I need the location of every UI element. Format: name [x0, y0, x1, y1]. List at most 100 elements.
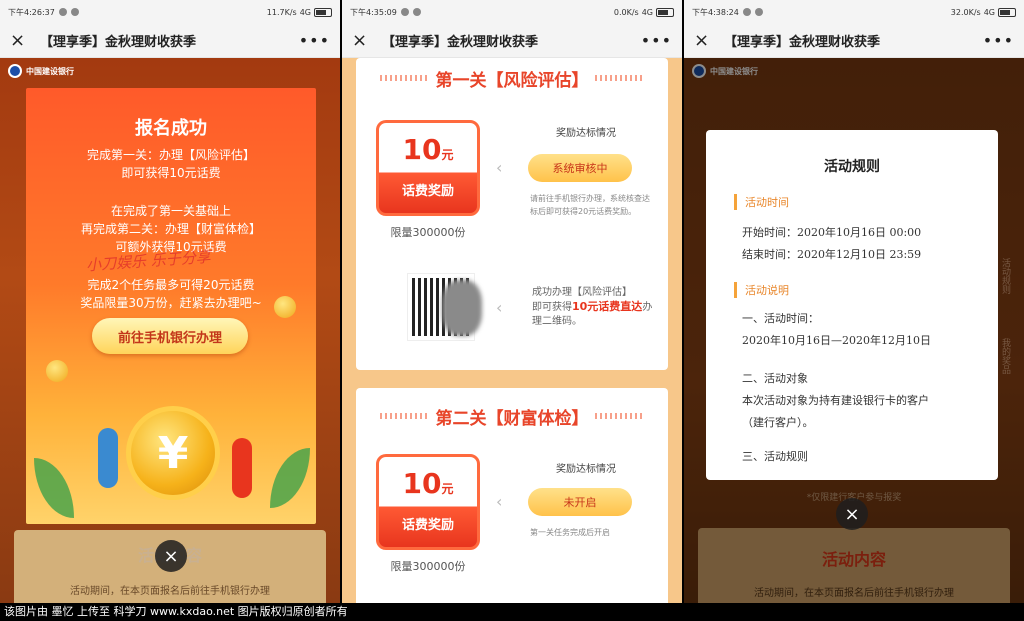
reward-amount: 10元 — [402, 467, 454, 500]
go-mobile-bank-button[interactable]: 前往手机银行办理 — [92, 318, 248, 354]
decor-dash — [379, 75, 430, 81]
page-title: 【理享季】金秋理财收获季 — [724, 35, 881, 50]
rule-line: 三、活动规则 — [742, 450, 808, 463]
status-time: 下午4:26:37 — [8, 7, 55, 17]
chevron-left-icon: ‹ — [496, 298, 503, 317]
reward-amount: 10元 — [402, 133, 454, 166]
screen-1: 下午4:26:37 11.7K/s 4G × 【理享季】金秋理财收获季 ••• … — [0, 0, 340, 603]
rule-line: 本次活动对象为持有建设银行卡的客户 — [742, 394, 929, 407]
status-title: 奖励达标情况 — [556, 128, 616, 139]
more-icon[interactable]: ••• — [641, 31, 672, 50]
qr-note-line: 即可获得 — [532, 302, 572, 313]
chat-icon — [754, 8, 763, 16]
page-title: 【理享季】金秋理财收获季 — [40, 35, 197, 50]
modal-close-button[interactable]: × — [836, 498, 868, 530]
status-bar: 下午4:35:09 0.0K/s 4G — [342, 0, 682, 24]
status-bar: 下午4:38:24 32.0K/s 4G — [684, 0, 1024, 24]
popup-line: 再完成第二关：办理【财富体检】 — [80, 222, 261, 236]
image-caption: 该图片由 墨忆 上传至 科学刀 www.kxdao.net 图片版权归原创者所有 — [0, 603, 1024, 621]
bank-name: 中国建设银行 — [26, 66, 74, 76]
screen-2: 下午4:35:09 0.0K/s 4G × 【理享季】金秋理财收获季 ••• 第… — [342, 0, 682, 603]
qr-note: 成功办理【风险评估】 即可获得10元话费直达办理二维码。 — [532, 286, 658, 329]
ccb-logo-icon — [8, 64, 22, 78]
section-heading: 活动时间 — [734, 194, 998, 210]
rules-modal: 活动规则 活动时间 开始时间：2020年10月16日 00:00 结束时间：20… — [706, 130, 998, 480]
popup-line: 完成2个任务最多可得20元话费 — [87, 278, 255, 292]
popup-close-button[interactable]: × — [155, 540, 187, 572]
wechat-icon — [58, 8, 67, 16]
close-icon[interactable]: × — [10, 30, 34, 51]
status-badge: 未开启 — [528, 488, 632, 516]
wechat-icon — [742, 8, 751, 16]
more-icon[interactable]: ••• — [299, 31, 330, 50]
page-title: 【理享季】金秋理财收获季 — [382, 35, 539, 50]
status-title: 奖励达标情况 — [556, 464, 616, 475]
signal-label: 4G — [983, 7, 995, 17]
popup-text-a: 完成第一关：办理【风险评估】 即可获得10元话费 — [26, 146, 316, 182]
signal-label: 4G — [641, 7, 653, 17]
nav-bar: × 【理享季】金秋理财收获季 ••• — [0, 24, 340, 58]
reward-box: 10元 话费奖励 — [376, 120, 480, 216]
status-time: 下午4:38:24 — [692, 7, 739, 17]
qr-note-highlight: 10元话费直达 — [572, 300, 643, 313]
signal-label: 4G — [299, 7, 311, 17]
net-speed: 11.7K/s — [266, 7, 297, 17]
rule-line: 2020年10月16日—2020年12月10日 — [742, 334, 931, 347]
yuan-coin-icon: ¥ — [126, 406, 220, 500]
decor-dash — [594, 75, 645, 81]
battery-icon — [314, 7, 332, 17]
reward-limit: 限量300000份 — [390, 226, 466, 239]
nav-bar: × 【理享季】金秋理财收获季 ••• — [684, 24, 1024, 58]
screen-3: 下午4:38:24 32.0K/s 4G × 【理享季】金秋理财收获季 ••• … — [684, 0, 1024, 603]
wechat-icon — [400, 8, 409, 16]
qr-blur-mask — [442, 280, 482, 336]
rule-line: 开始时间：2020年10月16日 00:00 — [742, 226, 922, 239]
page-content: 中国建设银行 活动内容 活动期间，在本页面报名后前往手机银行办理 报名成功 完成… — [0, 58, 340, 603]
person-illustration — [232, 438, 252, 498]
rule-line: （建行客户）。 — [742, 416, 814, 429]
status-time: 下午4:35:09 — [350, 7, 397, 17]
qr-note-line: 成功办理【风险评估】 — [532, 287, 632, 298]
stage-2-title: 第二关【财富体检】 — [435, 408, 589, 429]
stage-2-card: 第二关【财富体检】 10元 话费奖励 限量300000份 ‹ 奖励达标情况 未开… — [356, 388, 668, 603]
close-icon[interactable]: × — [352, 30, 376, 51]
popup-title: 报名成功 — [135, 118, 207, 139]
coin-icon — [274, 296, 296, 318]
reward-label: 话费奖励 — [401, 184, 454, 199]
person-illustration — [98, 428, 118, 488]
more-icon[interactable]: ••• — [983, 31, 1014, 50]
reward-box: 10元 话费奖励 — [376, 454, 480, 550]
activity-content-text: 活动期间，在本页面报名后前往手机银行办理 — [70, 586, 270, 597]
net-speed: 32.0K/s — [950, 7, 981, 17]
stage-1-header: 第一关【风险评估】 — [356, 58, 668, 98]
chevron-left-icon: ‹ — [496, 158, 503, 177]
battery-icon — [998, 7, 1016, 17]
reward-label: 话费奖励 — [401, 518, 454, 533]
rule-line: 结束时间：2020年12月10日 23:59 — [742, 248, 922, 261]
page-content: 中国建设银行 活动规则 我的奖品 *仅限建行客户参与报奖 活动内容 活动期间，在… — [684, 58, 1024, 603]
nav-bar: × 【理享季】金秋理财收获季 ••• — [342, 24, 682, 58]
leaf-icon — [34, 458, 74, 518]
section-heading: 活动说明 — [734, 282, 998, 298]
reward-limit: 限量300000份 — [390, 560, 466, 573]
decor-dash — [379, 413, 430, 419]
bank-logo: 中国建设银行 — [8, 64, 74, 78]
decor-dash — [594, 413, 645, 419]
chevron-left-icon: ‹ — [496, 492, 503, 511]
chat-icon — [412, 8, 421, 16]
popup-text-c: 完成2个任务最多可得20元话费 奖品限量30万份，赶紧去办理吧~ — [26, 276, 316, 312]
net-speed: 0.0K/s — [613, 7, 639, 17]
rule-line: 二、活动对象 — [742, 372, 808, 385]
coin-icon — [46, 360, 68, 382]
popup-line: 即可获得10元话费 — [121, 166, 221, 180]
status-bar: 下午4:26:37 11.7K/s 4G — [0, 0, 340, 24]
close-icon[interactable]: × — [694, 30, 718, 51]
chat-icon — [70, 8, 79, 16]
stage-1-card: 第一关【风险评估】 10元 话费奖励 限量300000份 ‹ 奖励达标情况 系统… — [356, 58, 668, 370]
popup-line: 在完成了第一关基础上 — [110, 204, 231, 218]
stage-2-header: 第二关【财富体检】 — [356, 396, 668, 436]
battery-icon — [656, 7, 674, 17]
stage-1-title: 第一关【风险评估】 — [435, 70, 589, 91]
popup-line: 奖品限量30万份，赶紧去办理吧~ — [80, 296, 262, 310]
leaf-icon — [270, 448, 310, 508]
